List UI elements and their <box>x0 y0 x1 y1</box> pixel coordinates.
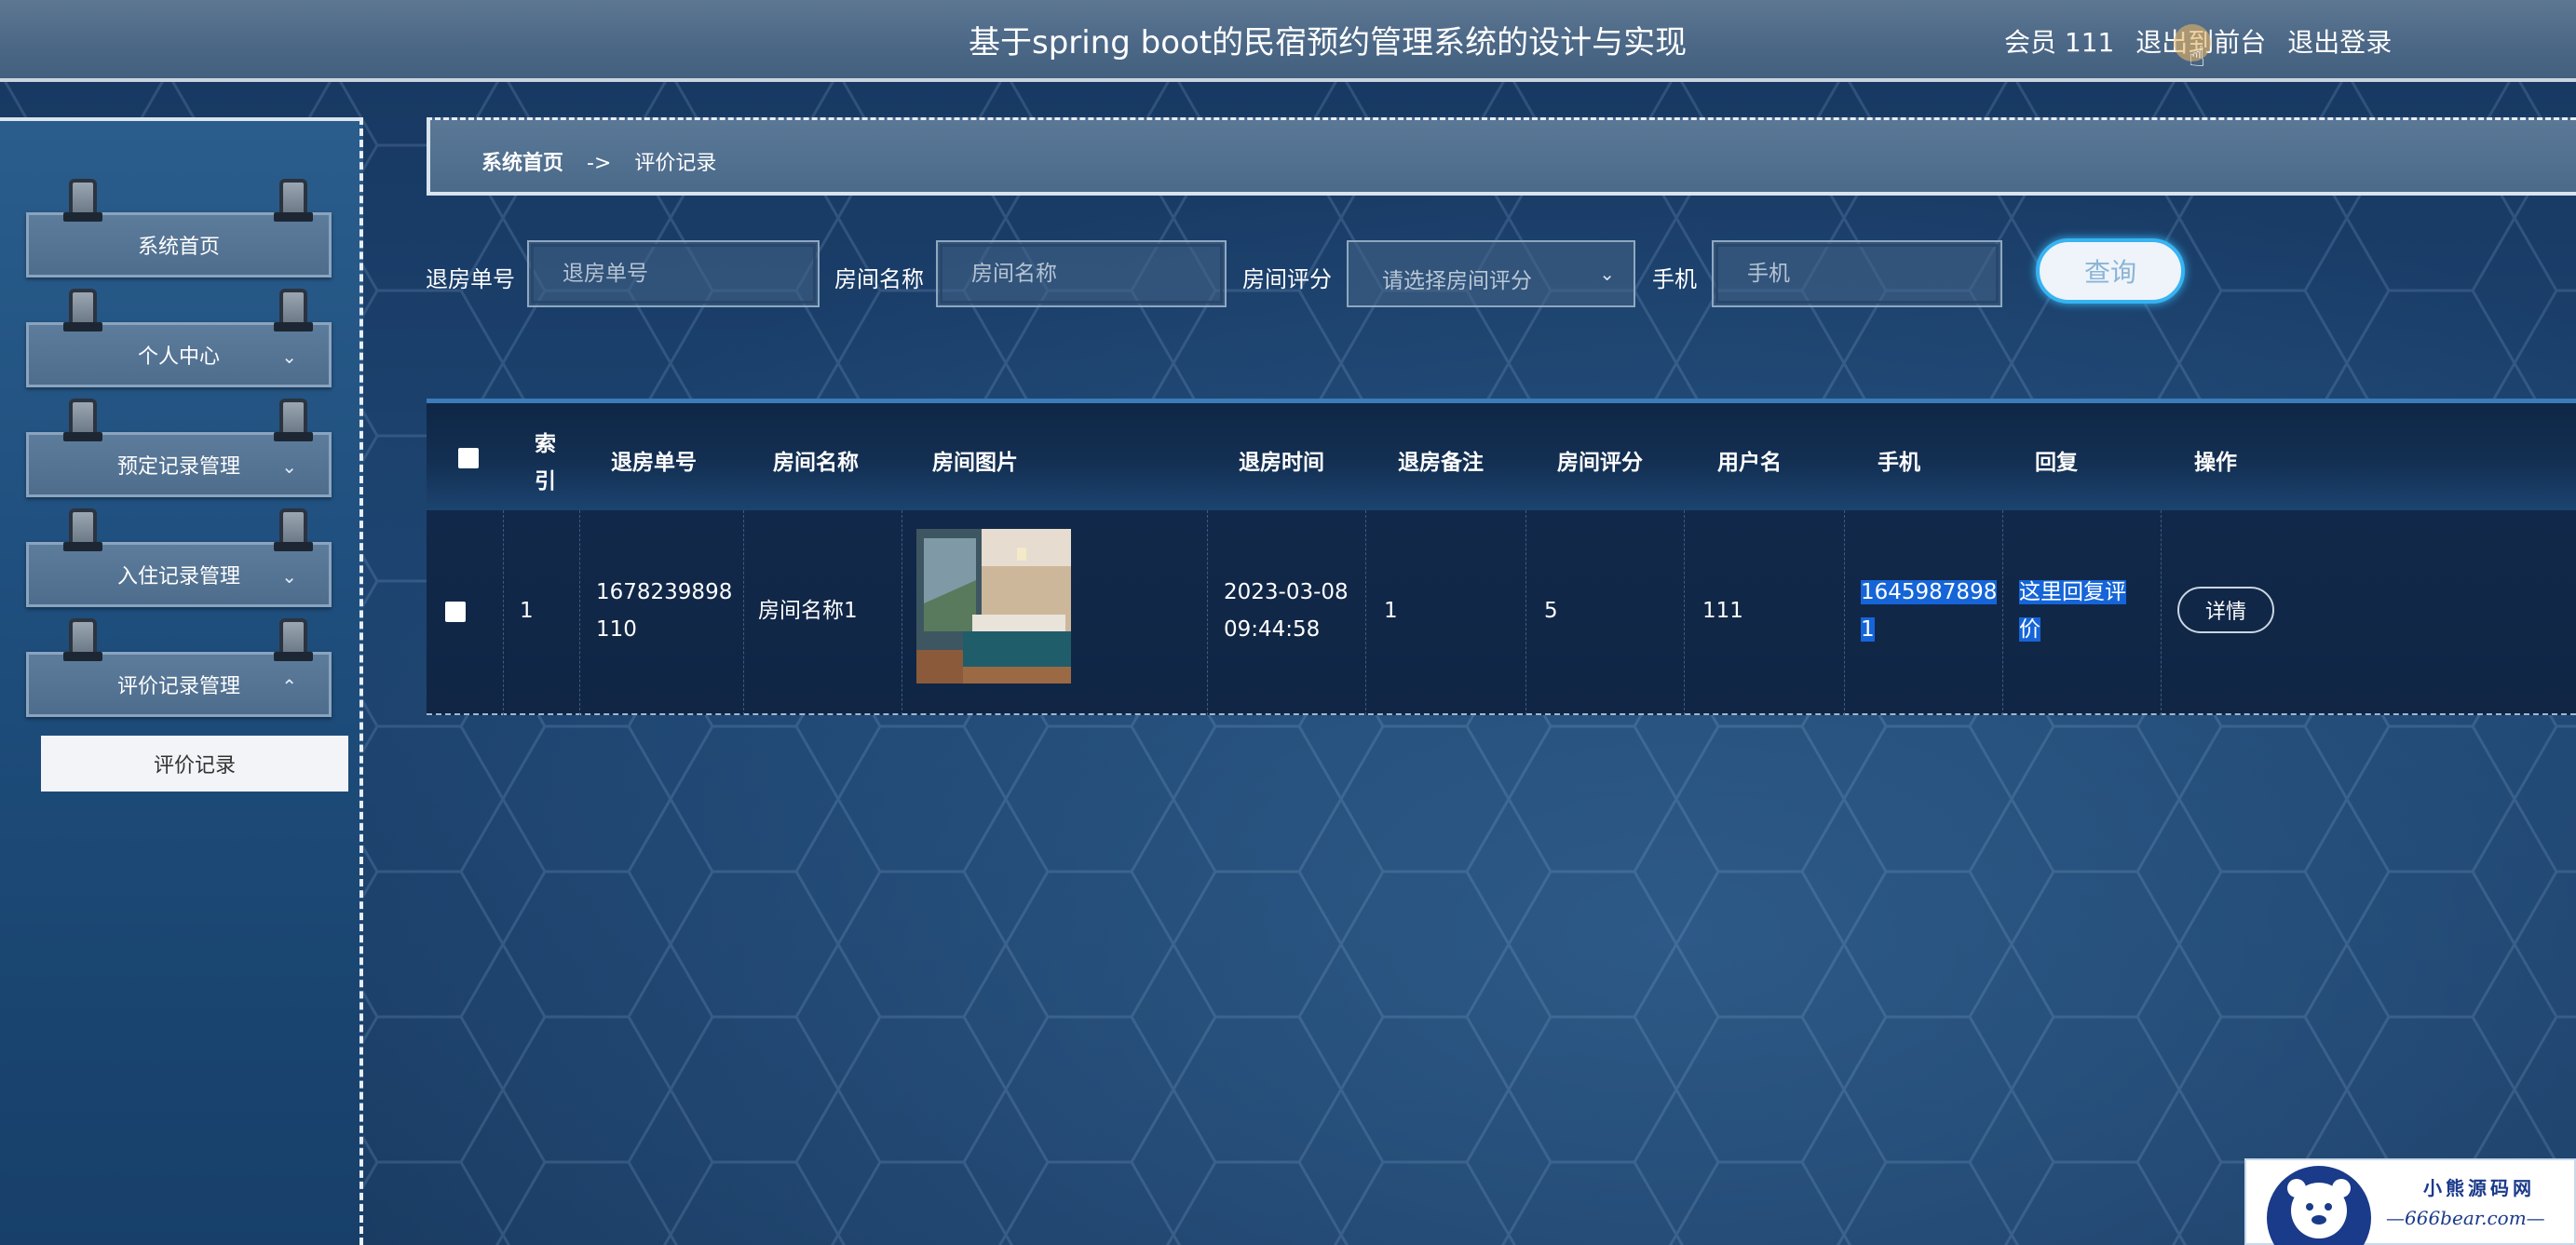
clip-icon <box>274 508 313 551</box>
cell-divider <box>1684 510 1685 715</box>
cell-phone: 1645987898 1 <box>1861 574 1998 648</box>
clip-icon <box>63 508 102 551</box>
review-table: 索 引 退房单号 房间名称 房间图片 退房时间 退房备注 房间评分 用户名 手机… <box>427 399 2576 715</box>
column-header-reply: 回复 <box>2035 451 2078 475</box>
cell-checkout-no-line2: 110 <box>596 617 637 642</box>
cell-divider <box>743 510 744 715</box>
chevron-down-icon: ⌄ <box>281 345 297 368</box>
top-header: 基于spring boot的民宿预约管理系统的设计与实现 会员 111 退出到前… <box>0 0 2576 82</box>
clip-icon <box>63 289 102 332</box>
cell-divider <box>503 510 504 715</box>
cell-checkout-no-line1: 1678239898 <box>596 580 733 604</box>
sidebar-item-review-records[interactable]: 评价记录管理 ⌃ <box>26 652 332 717</box>
column-header-index-line1: 索 <box>535 432 556 456</box>
column-header-remark: 退房备注 <box>1398 451 1484 475</box>
user-label: 会员 111 <box>2004 27 2115 58</box>
sidebar-item-home[interactable]: 系统首页 <box>26 212 332 277</box>
table-header: 索 引 退房单号 房间名称 房间图片 退房时间 退房备注 房间评分 用户名 手机… <box>427 399 2576 510</box>
cell-rating: 5 <box>1544 599 1558 623</box>
column-header-phone: 手机 <box>1878 451 1920 475</box>
chevron-down-icon: ⌄ <box>1599 263 1615 285</box>
cell-divider <box>1365 510 1366 715</box>
room-name-input[interactable] <box>936 240 1227 307</box>
phone-input[interactable] <box>1712 240 2002 307</box>
sidebar-item-label: 评价记录管理 <box>116 675 240 698</box>
chevron-up-icon: ⌃ <box>281 675 297 697</box>
clip-icon <box>274 179 313 222</box>
breadcrumb: 系统首页 -> 评价记录 <box>427 117 2576 196</box>
sidebar: 系统首页 个人中心 ⌄ 预定记录管理 ⌄ 入住记录管理 ⌄ 评价记录管理 ⌃ 评… <box>0 117 363 1245</box>
column-header-room-image: 房间图片 <box>932 451 1018 475</box>
column-header-checkout-time: 退房时间 <box>1239 451 1324 475</box>
cell-reply-line1: 这里回复评 <box>2019 580 2126 604</box>
breadcrumb-current: 评价记录 <box>634 152 717 175</box>
cell-phone-line1: 1645987898 <box>1861 580 1998 604</box>
checkout-no-input[interactable] <box>527 240 820 307</box>
cell-reply-line2: 价 <box>2019 617 2040 642</box>
sidebar-item-booking-records[interactable]: 预定记录管理 ⌄ <box>26 432 332 497</box>
sidebar-item-label: 系统首页 <box>137 236 220 259</box>
cell-divider <box>1844 510 1845 715</box>
logout-link[interactable]: 退出登录 <box>2287 27 2392 58</box>
column-header-username: 用户名 <box>1717 451 1782 475</box>
clip-icon <box>63 618 102 661</box>
clip-icon <box>274 289 313 332</box>
cell-divider <box>2161 510 2162 715</box>
watermark-text: 小熊源码网 <box>2423 1177 2535 1199</box>
cell-divider <box>1207 510 1208 715</box>
sidebar-item-label: 入住记录管理 <box>116 565 240 589</box>
query-button[interactable]: 查询 <box>2036 238 2185 304</box>
cell-divider <box>2002 510 2003 715</box>
breadcrumb-separator: -> <box>587 152 612 175</box>
select-all-checkbox[interactable] <box>458 448 479 468</box>
rating-label: 房间评分 <box>1242 266 1332 292</box>
column-header-rating: 房间评分 <box>1557 451 1643 475</box>
cell-phone-line2: 1 <box>1861 617 1875 642</box>
row-checkbox[interactable] <box>445 602 466 622</box>
cell-username: 111 <box>1702 599 1743 623</box>
clip-icon <box>63 179 102 222</box>
detail-button[interactable]: 详情 <box>2177 587 2274 633</box>
column-header-checkout-no: 退房单号 <box>611 451 697 475</box>
sidebar-item-checkin-records[interactable]: 入住记录管理 ⌄ <box>26 542 332 607</box>
sidebar-item-personal-center[interactable]: 个人中心 ⌄ <box>26 322 332 387</box>
cell-room-name: 房间名称1 <box>758 599 858 623</box>
phone-label: 手机 <box>1652 266 1697 292</box>
breadcrumb-home[interactable]: 系统首页 <box>481 152 563 175</box>
column-header-actions: 操作 <box>2194 451 2237 475</box>
checkout-no-label: 退房单号 <box>426 266 515 292</box>
column-header-index: 索 引 <box>535 426 556 500</box>
clip-icon <box>63 399 102 441</box>
hand-cursor-icon: ☝ <box>2189 41 2206 74</box>
cell-reply: 这里回复评 价 <box>2019 574 2126 648</box>
cell-remark: 1 <box>1384 599 1398 623</box>
cell-divider <box>579 510 580 715</box>
sidebar-item-label: 个人中心 <box>137 345 220 369</box>
clip-icon <box>274 399 313 441</box>
cell-checkout-time: 2023-03-08 09:44:58 <box>1224 574 1349 648</box>
rating-select[interactable]: 请选择房间评分 ⌄ <box>1347 240 1635 307</box>
column-header-room-name: 房间名称 <box>773 451 859 475</box>
cell-divider <box>1525 510 1526 715</box>
room-image <box>916 529 1071 683</box>
room-name-label: 房间名称 <box>834 266 924 292</box>
room-photo-illustration <box>916 529 1071 683</box>
cell-checkout-time-line2: 09:44:58 <box>1224 617 1321 642</box>
watermark-logo: 小熊源码网 —666bear.com— <box>2244 1158 2576 1245</box>
table-row: 1 1678239898 110 房间名称1 2023-03-08 09:44:… <box>427 510 2576 715</box>
watermark-url: —666bear.com— <box>2386 1207 2545 1229</box>
rating-select-placeholder: 请选择房间评分 <box>1382 269 1532 293</box>
chevron-down-icon: ⌄ <box>281 565 297 588</box>
clip-icon <box>274 618 313 661</box>
bear-logo-icon <box>2267 1166 2371 1245</box>
app-title: 基于spring boot的民宿预约管理系统的设计与实现 <box>969 24 1688 61</box>
sidebar-item-label: 预定记录管理 <box>116 455 240 479</box>
cell-checkout-no: 1678239898 110 <box>596 574 732 648</box>
cell-checkout-time-line1: 2023-03-08 <box>1224 580 1349 604</box>
column-header-index-line2: 引 <box>535 469 556 494</box>
submenu-item-review-records[interactable]: 评价记录 <box>41 736 348 792</box>
cell-index: 1 <box>520 599 534 623</box>
chevron-down-icon: ⌄ <box>281 455 297 478</box>
